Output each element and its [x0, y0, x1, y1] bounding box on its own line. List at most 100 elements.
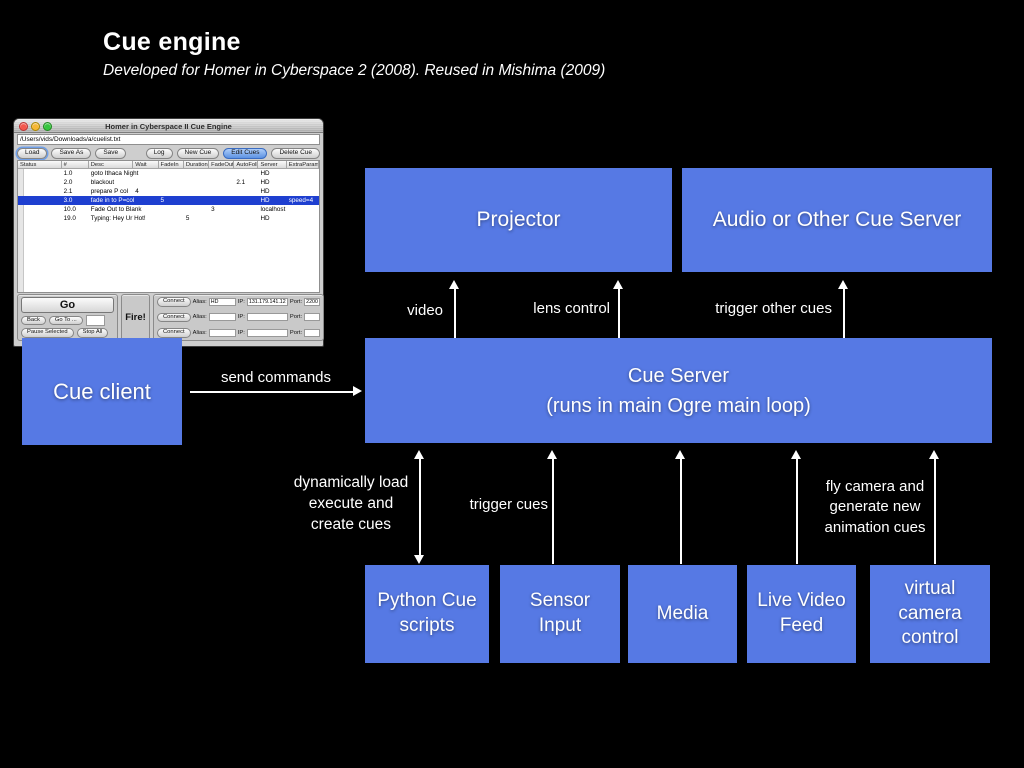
table-cell: [18, 205, 62, 214]
cue-table[interactable]: Status#DescWaitFadeInDurationFadeOutAuto…: [17, 160, 320, 293]
table-cell: blackout: [89, 178, 134, 187]
python-cue-scripts-box: Python Cue scripts: [365, 565, 489, 663]
alias-field[interactable]: [209, 313, 236, 321]
video-label: video: [355, 301, 443, 321]
ip-field[interactable]: [247, 329, 288, 337]
table-cell: [234, 187, 258, 196]
python-scripts-arrow: [414, 450, 425, 564]
stop-all-button[interactable]: Stop All: [77, 328, 109, 338]
column-header[interactable]: Server: [258, 161, 286, 169]
table-cell: [133, 214, 158, 223]
cue-table-header: Status#DescWaitFadeInDurationFadeOutAuto…: [18, 161, 319, 169]
ip-label: IP:: [238, 330, 245, 336]
table-row[interactable]: 2.1prepare P col4HD: [18, 187, 319, 196]
connection-row: ConnectAlias: IP: Port:: [157, 328, 320, 338]
table-cell: [234, 214, 258, 223]
table-cell: [18, 169, 62, 178]
table-cell: goto Ithaca Night: [89, 169, 134, 178]
connection-row: ConnectAlias:IP:Port:: [157, 313, 320, 323]
connection-row: ConnectAlias:IP:Port:: [157, 297, 320, 307]
table-cell: [184, 178, 209, 187]
connect-button[interactable]: Connect: [157, 328, 191, 338]
back-button[interactable]: Back: [21, 316, 46, 326]
toolbar-right: Log New CueEdit Cues Delete Cue: [146, 148, 320, 160]
alias-label: Alias:: [193, 299, 207, 305]
dynamically-load-label: dynamically load execute and create cues: [288, 473, 414, 536]
table-row[interactable]: 3.0fade in to P=col5HDspeed=4: [18, 196, 319, 205]
window-titlebar[interactable]: Homer in Cyberspace II Cue Engine: [14, 119, 323, 133]
toolbar-button-log[interactable]: Log: [146, 148, 173, 160]
alias-field[interactable]: [209, 329, 236, 337]
window-title: Homer in Cyberspace II Cue Engine: [14, 122, 323, 131]
table-cell: 2.1: [234, 178, 258, 187]
goto-cue-field[interactable]: [86, 315, 105, 326]
column-header[interactable]: AutoFollo...: [234, 161, 258, 169]
table-cell: 19.0: [62, 214, 89, 223]
table-cell: HD: [258, 178, 286, 187]
toolbar-button-new-cue[interactable]: New Cue: [177, 148, 220, 160]
table-row[interactable]: 2.0blackout 2.1HD: [18, 178, 319, 187]
connect-button[interactable]: Connect: [157, 313, 191, 323]
alias-field[interactable]: [209, 298, 236, 306]
toolbar-button-edit-cues[interactable]: Edit Cues: [223, 148, 267, 160]
table-cell: 10.0: [62, 205, 89, 214]
toolbar-button-delete-cue[interactable]: Delete Cue: [271, 148, 320, 160]
port-label: Port:: [290, 330, 302, 336]
column-header[interactable]: Status: [18, 161, 62, 169]
table-cell: [159, 178, 184, 187]
alias-label: Alias:: [193, 314, 207, 320]
port-field[interactable]: [304, 298, 320, 306]
toolbar-button-save-as[interactable]: Save As: [51, 148, 91, 160]
fire-button[interactable]: Fire!: [125, 312, 146, 323]
table-cell: 2.0: [62, 178, 89, 187]
table-row[interactable]: 19.0Typing: Hey Ur Hot!5HD: [18, 214, 319, 223]
projector-box: Projector: [365, 168, 672, 272]
column-header[interactable]: FadeOut: [209, 161, 234, 169]
live-video-arrow: [791, 450, 802, 564]
ip-field[interactable]: [247, 298, 288, 306]
table-cell: [209, 214, 234, 223]
ip-field[interactable]: [247, 313, 288, 321]
table-row[interactable]: 1.0goto Ithaca NightHD: [18, 169, 319, 178]
lens-control-label: lens control: [490, 299, 610, 319]
fire-panel: Fire!: [121, 294, 150, 341]
toolbar-button-save[interactable]: Save: [95, 148, 126, 160]
pause-selected-button[interactable]: Pause Selected: [21, 328, 74, 338]
video-arrow: [449, 280, 460, 338]
table-cell: [287, 205, 319, 214]
table-cell: 4: [133, 187, 158, 196]
go-button[interactable]: Go: [21, 297, 114, 313]
table-cell: localhost: [258, 205, 286, 214]
media-box: Media: [628, 565, 737, 663]
lens-control-arrow: [613, 280, 624, 338]
table-cell: [209, 187, 234, 196]
table-cell: [18, 196, 62, 205]
table-cell: [234, 169, 258, 178]
toolbar-button-load[interactable]: Load: [17, 148, 47, 160]
column-header[interactable]: Desc: [89, 161, 134, 169]
cue-engine-window: Homer in Cyberspace II Cue Engine Load Sa…: [13, 118, 324, 347]
table-cell: [209, 178, 234, 187]
column-header[interactable]: FadeIn: [159, 161, 184, 169]
table-row[interactable]: 10.0Fade Out to Blank3localhost: [18, 205, 319, 214]
table-cell: [209, 196, 234, 205]
table-cell: 3: [209, 205, 234, 214]
table-cell: [159, 187, 184, 196]
virtual-camera-control-box: virtual camera control: [870, 565, 990, 663]
slide: Cue engine Developed for Homer in Cybers…: [0, 0, 1024, 768]
cuelist-path-field[interactable]: [17, 134, 320, 145]
alias-label: Alias:: [193, 330, 207, 336]
goto-button[interactable]: Go To ...: [49, 316, 83, 326]
connect-button[interactable]: Connect: [157, 297, 191, 307]
port-field[interactable]: [304, 313, 320, 321]
column-header[interactable]: Wait: [133, 161, 158, 169]
table-cell: speed=4: [287, 196, 319, 205]
table-cell: [234, 205, 258, 214]
port-field[interactable]: [304, 329, 320, 337]
column-header[interactable]: Duration: [184, 161, 209, 169]
table-cell: [18, 187, 62, 196]
column-header[interactable]: ExtraParams: [287, 161, 319, 169]
table-cell: [184, 187, 209, 196]
column-header[interactable]: #: [62, 161, 89, 169]
table-cell: [133, 178, 158, 187]
